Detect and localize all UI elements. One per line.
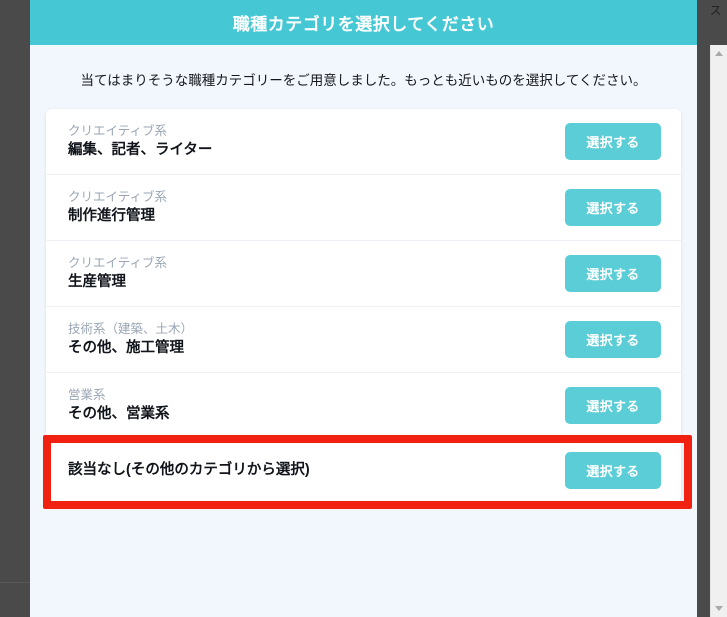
scroll-down-arrow-icon[interactable]	[715, 606, 723, 611]
category-parent-label: クリエイティブ系	[68, 255, 168, 270]
category-name-label: その他、営業系	[68, 406, 170, 423]
vertical-scrollbar[interactable]	[710, 45, 727, 617]
background-text-line-1: ス	[708, 4, 722, 16]
list-item[interactable]: クリエイティブ系 制作進行管理 選択する	[46, 175, 681, 242]
job-category-modal: 職種カテゴリを選択してください 当てはまりそうな職種カテゴリーをご用意しました。…	[30, 0, 697, 617]
modal-body: 当てはまりそうな職種カテゴリーをご用意しました。もっとも近いものを選択してくださ…	[30, 45, 697, 510]
category-texts: 技術系（建築、土木） その他、施工管理	[68, 322, 193, 358]
list-item-none-option[interactable]: 該当なし(その他のカテゴリから選択) 選択する	[46, 438, 681, 503]
none-option-label: 該当なし(その他のカテゴリから選択)	[68, 462, 310, 479]
category-name-label: 生産管理	[68, 274, 126, 291]
lead-description: 当てはまりそうな職種カテゴリーをご用意しました。もっとも近いものを選択してくださ…	[80, 73, 647, 88]
list-item[interactable]: 技術系（建築、土木） その他、施工管理 選択する	[46, 307, 681, 374]
category-texts: クリエイティブ系 編集、記者、ライター	[68, 124, 212, 160]
list-item[interactable]: クリエイティブ系 生産管理 選択する	[46, 241, 681, 308]
category-name-label: 編集、記者、ライター	[68, 142, 213, 159]
category-name-label: その他、施工管理	[68, 340, 184, 357]
select-button[interactable]: 選択する	[565, 255, 661, 293]
category-name-label: 制作進行管理	[68, 208, 155, 225]
none-option-highlight-wrapper: 該当なし(その他のカテゴリから選択) 選択する	[43, 435, 692, 510]
list-item[interactable]: クリエイティブ系 編集、記者、ライター 選択する	[46, 109, 681, 176]
select-button-none-option[interactable]: 選択する	[565, 452, 661, 490]
app-root: ス の以 作りをする。 職種カテゴリを選択してください 当てはまりそうな職種カテ…	[0, 0, 727, 617]
category-texts: クリエイティブ系 制作進行管理	[68, 190, 167, 226]
page-title: 職種カテゴリを選択してください	[232, 15, 495, 34]
modal-header: 職種カテゴリを選択してください	[30, 0, 697, 45]
list-item[interactable]: 営業系 その他、営業系 選択する	[46, 373, 681, 438]
scroll-up-arrow-icon[interactable]	[715, 51, 723, 56]
category-list: クリエイティブ系 編集、記者、ライター 選択する クリエイティブ系 制作進行管理…	[46, 109, 681, 439]
category-parent-label: 営業系	[68, 387, 106, 402]
category-parent-label: クリエイティブ系	[68, 189, 168, 204]
select-button[interactable]: 選択する	[565, 321, 661, 359]
category-texts: 営業系 その他、営業系	[68, 388, 170, 424]
page-left-gutter	[0, 0, 30, 617]
select-button[interactable]: 選択する	[565, 387, 661, 425]
select-button[interactable]: 選択する	[565, 189, 661, 227]
category-parent-label: 技術系（建築、土木）	[68, 321, 194, 336]
category-texts: クリエイティブ系 生産管理	[68, 256, 167, 292]
select-button[interactable]: 選択する	[565, 123, 661, 161]
category-parent-label: クリエイティブ系	[68, 123, 168, 138]
none-option-card: 該当なし(その他のカテゴリから選択) 選択する	[46, 438, 681, 504]
